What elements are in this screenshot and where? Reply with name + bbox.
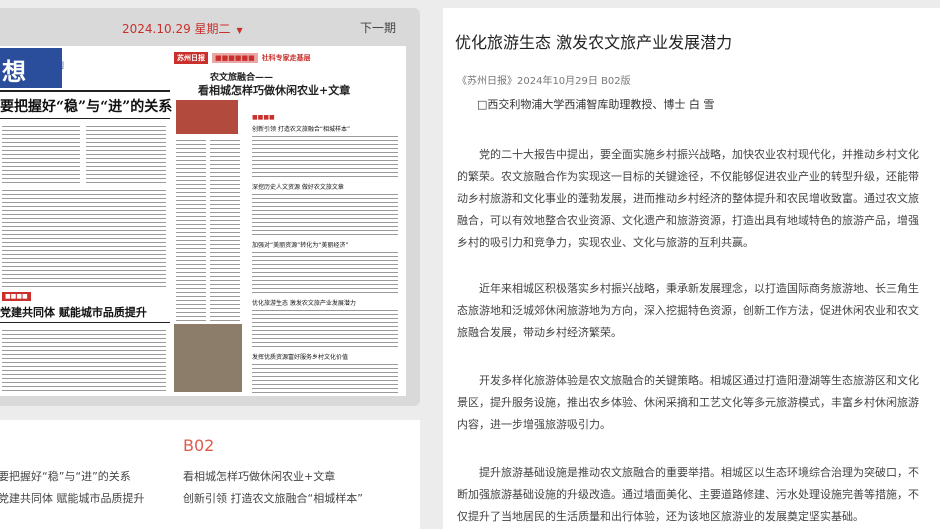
date-bar: 2024.10.29 星期二 ▼ 下一期 [0,8,420,46]
brand-logo: 苏州日报 [174,52,208,64]
article-link[interactable]: 看相城怎样巧做休闲农业+文章 [183,466,363,488]
text-column [176,138,206,328]
article-paragraph: 党的二十大报告中提出，要全面实施乡村振兴战略，加快农业农村现代化，并推动乡村文化… [457,148,919,249]
text-column [252,192,398,236]
text-column [252,362,398,394]
caret-down-icon: ▼ [236,26,243,35]
b02-page-half: 苏州日报 ■■■■■■ 社科专家走基层 农文旅融合—— 看相城怎样巧做休闲农业+… [170,46,406,396]
article-link[interactable]: 要把握好“稳”与“进”的关系 [0,466,145,488]
left-article-links: 要把握好“稳”与“进”的关系 党建共同体 赋能城市品质提升 [0,466,145,510]
text-column [252,308,398,348]
text-column [2,188,166,288]
article-link[interactable]: 党建共同体 赋能城市品质提升 [0,488,145,510]
date-selector[interactable]: 2024.10.29 星期二 ▼ [122,20,243,37]
small-headline: 深挖历史人文资源 做好农文旅文章 [252,184,344,191]
monthly-label: 月刊 [48,61,64,70]
edition-code: B02 [183,436,215,455]
banner-text: 社科专家走基层 [261,54,311,62]
page-banner: 苏州日报 ■■■■■■ 社科专家走基层 [174,52,402,64]
article-panel: 优化旅游生态 激发农文旅产业发展潜力 《苏州日报》2024年10月29日 B02… [443,8,940,529]
edition-article-list: B02 要把握好“稳”与“进”的关系 党建共同体 赋能城市品质提升 看相城怎样巧… [0,420,420,529]
text-column [2,328,166,392]
article-paragraph: 提升旅游基础设施是推动农文旅融合的重要举措。相城区以生态环境综合治理为突破口，不… [457,466,919,523]
text-column [210,138,240,328]
previous-page-half: 想 月刊 要把握好“稳”与“进”的关系 ■■■■ 党建共同体 赋能城市品质提升 [0,46,173,396]
small-headline: 优化旅游生态 激发农文旅产业发展潜力 [252,300,356,307]
text-column [2,124,80,184]
divider [0,118,170,119]
next-issue-button[interactable]: 下一期 [360,19,396,36]
article-paragraph: 近年来相城区积极落实乡村振兴战略，秉承新发展理念，以打造国际商务旅游地、长三角生… [457,282,919,339]
divider [0,322,170,323]
photo [176,100,238,134]
article-author: □西交利物浦大学西浦智库助理教授、博士 白 雪 [477,98,715,111]
text-column [86,124,166,184]
epaper-viewer: 2024.10.29 星期二 ▼ 下一期 想 月刊 要把握好“稳”与“进”的关系 … [0,8,420,406]
right-article-links: 看相城怎样巧做休闲农业+文章 创新引领 打造农文旅融合“相城样本” [183,466,363,510]
photo [174,324,242,392]
divider [0,90,170,92]
text-column [252,134,398,178]
left-headline-1: 要把握好“稳”与“进”的关系 [0,99,173,115]
section-tag: ■■■■ [2,292,31,301]
article-meta: 《苏州日报》2024年10月29日 B02版 [457,76,631,87]
banner-band: ■■■■■■ [212,53,258,63]
page-headline: 看相城怎样巧做休闲农业+文章 [198,84,351,97]
text-column [252,250,398,294]
newspaper-page-thumbnail[interactable]: 想 月刊 要把握好“稳”与“进”的关系 ■■■■ 党建共同体 赋能城市品质提升 … [0,46,406,396]
article-title: 优化旅游生态 激发农文旅产业发展潜力 [455,33,733,52]
small-headline: 加强对“美丽资源”转化为“美丽经济” [252,242,349,249]
small-headline: 创新引领 打造农文旅融合“相城样本” [252,126,351,133]
section-tag: ■■■■ [252,114,275,121]
article-link[interactable]: 创新引领 打造农文旅融合“相城样本” [183,488,363,510]
left-headline-2: 党建共同体 赋能城市品质提升 [0,306,147,319]
small-headline: 发挥优质资源富好服务乡村文化价值 [252,354,349,361]
article-paragraph: 开发多样化旅游体验是农文旅融合的关键策略。相城区通过打造阳澄湖等生态旅游区和文化… [457,374,919,431]
